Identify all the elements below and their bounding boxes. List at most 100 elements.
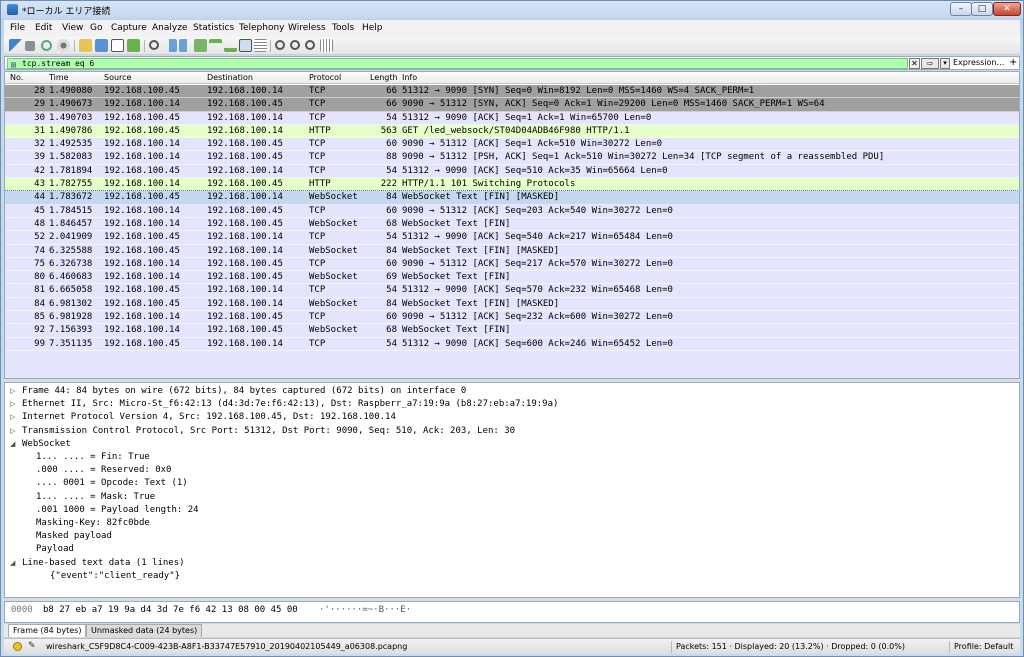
menu-file[interactable]: File <box>10 23 25 33</box>
cell-destination: 192.168.100.14 <box>207 86 283 96</box>
table-row[interactable]: 81 6.665058 192.168.100.45 192.168.100.14 TC… <box>5 284 1019 298</box>
column-header-length[interactable]: Length <box>370 73 398 82</box>
first-packet-icon[interactable] <box>209 39 222 52</box>
table-row[interactable]: 32 1.492535 192.168.100.14 192.168.100.45 TC… <box>5 138 1019 152</box>
table-row[interactable]: 44 1.783672 192.168.100.45 192.168.100.14 We… <box>5 190 1019 206</box>
capture-comment-pencil-icon[interactable]: ✎ <box>28 641 36 651</box>
zoom-in-icon[interactable] <box>275 40 285 50</box>
expand-arrow-icon[interactable]: ▷ <box>10 413 15 421</box>
open-file-icon[interactable] <box>79 39 92 52</box>
filter-text: tcp.stream eq 6 <box>22 59 95 68</box>
expression-button[interactable]: Expression… <box>953 58 1004 67</box>
menu-go[interactable]: Go <box>90 23 102 33</box>
expert-info-icon[interactable] <box>13 642 22 651</box>
detail-tree-item[interactable]: Masking-Key: 82fc0bde <box>36 517 150 530</box>
detail-tree-item[interactable]: Transmission Control Protocol, Src Port:… <box>22 425 515 438</box>
table-row[interactable]: 45 1.784515 192.168.100.14 192.168.100.45 TC… <box>5 204 1019 218</box>
table-row[interactable]: 39 1.582083 192.168.100.14 192.168.100.45 TC… <box>5 151 1019 165</box>
detail-tree-item[interactable]: .001 1000 = Payload length: 24 <box>36 504 199 517</box>
capture-options-gear-icon[interactable] <box>57 39 70 52</box>
detail-tree-item[interactable]: .000 .... = Reserved: 0x0 <box>36 464 171 477</box>
table-row[interactable]: 85 6.981928 192.168.100.14 192.168.100.45 TC… <box>5 311 1019 325</box>
detail-tree-item[interactable]: Payload <box>36 543 74 556</box>
table-row[interactable]: 84 6.981302 192.168.100.45 192.168.100.14 We… <box>5 297 1019 312</box>
close-file-icon[interactable] <box>111 39 124 52</box>
zoom-out-icon[interactable] <box>290 40 300 50</box>
column-header-time[interactable]: Time <box>49 73 69 82</box>
table-row[interactable]: 74 6.325588 192.168.100.45 192.168.100.14 We… <box>5 244 1019 258</box>
column-header-info[interactable]: Info <box>402 73 417 82</box>
detail-tree-item[interactable]: Frame 44: 84 bytes on wire (672 bits), 8… <box>22 385 466 398</box>
go-forward-icon[interactable] <box>179 39 192 52</box>
filter-history-chevron-down-icon[interactable]: ▾ <box>940 58 950 69</box>
table-row[interactable]: 30 1.490703 192.168.100.45 192.168.100.14 TC… <box>5 111 1019 125</box>
bytes-ascii[interactable]: ·'······=~·B···E· <box>319 605 411 615</box>
title-bar[interactable]: *ローカル エリア接続 – □ ✕ <box>1 1 1023 19</box>
maximize-button[interactable]: □ <box>971 2 993 16</box>
collapse-arrow-icon[interactable]: ◢ <box>10 440 15 448</box>
add-filter-button[interactable]: + <box>1009 57 1017 68</box>
autoscroll-icon[interactable] <box>239 39 252 52</box>
go-back-icon[interactable] <box>164 39 177 52</box>
last-packet-icon[interactable] <box>224 39 237 52</box>
close-button[interactable]: ✕ <box>993 2 1021 16</box>
menu-wireless[interactable]: Wireless <box>288 23 326 33</box>
table-row[interactable]: 31 1.490786 192.168.100.45 192.168.100.14 HT… <box>5 124 1019 139</box>
detail-tree-item[interactable]: 1... .... = Mask: True <box>36 491 155 504</box>
detail-tree-item[interactable]: .... 0001 = Opcode: Text (1) <box>36 477 188 490</box>
table-row[interactable]: 99 7.351135 192.168.100.45 192.168.100.14 TC… <box>5 337 1019 351</box>
resize-columns-icon[interactable] <box>320 39 333 52</box>
column-header-protocol[interactable]: Protocol <box>309 73 341 82</box>
tab-unmasked-data[interactable]: Unmasked data (24 bytes) <box>86 624 203 637</box>
table-row[interactable]: 42 1.781894 192.168.100.45 192.168.100.14 TC… <box>5 164 1019 179</box>
reload-file-icon[interactable] <box>127 39 140 52</box>
detail-tree-item[interactable]: 1... .... = Fin: True <box>36 451 150 464</box>
find-packet-icon[interactable] <box>149 40 159 50</box>
table-row[interactable]: 52 2.041909 192.168.100.45 192.168.100.14 TC… <box>5 231 1019 245</box>
detail-tree-item[interactable]: Masked payload <box>36 530 112 543</box>
menu-help[interactable]: Help <box>362 23 383 33</box>
menu-telephony[interactable]: Telephony <box>239 23 285 33</box>
save-file-icon[interactable] <box>95 39 108 52</box>
restart-capture-icon[interactable] <box>41 40 52 51</box>
detail-tree-item[interactable]: Ethernet II, Src: Micro-St_f6:42:13 (d4:… <box>22 398 558 411</box>
detail-tree-item[interactable]: Internet Protocol Version 4, Src: 192.16… <box>22 411 396 424</box>
table-row[interactable]: 75 6.326738 192.168.100.14 192.168.100.45 TC… <box>5 257 1019 272</box>
apply-filter-arrow-icon[interactable]: ⇨ <box>921 58 939 69</box>
menu-analyze[interactable]: Analyze <box>152 23 187 33</box>
column-header-destination[interactable]: Destination <box>207 73 253 82</box>
profile-selector[interactable]: Profile: Default <box>954 642 1013 651</box>
filter-bookmark-icon[interactable]: ▤ <box>11 60 16 69</box>
start-capture-icon[interactable] <box>9 39 22 52</box>
minimize-button[interactable]: – <box>950 2 972 16</box>
clear-filter-icon[interactable]: ✕ <box>909 58 920 69</box>
bytes-hex[interactable]: b8 27 eb a7 19 9a d4 3d 7e f6 42 13 08 0… <box>43 605 298 615</box>
stop-capture-icon[interactable] <box>25 41 35 51</box>
menu-statistics[interactable]: Statistics <box>193 23 234 33</box>
tab-frame-bytes[interactable]: Frame (84 bytes) <box>8 624 87 637</box>
cell-length: 54 <box>386 285 397 296</box>
table-row[interactable]: 92 7.156393 192.168.100.14 192.168.100.45 We… <box>5 324 1019 338</box>
table-row[interactable]: 80 6.460683 192.168.100.14 192.168.100.45 We… <box>5 271 1019 285</box>
detail-tree-item[interactable]: Line-based text data (1 lines) <box>22 557 185 570</box>
go-to-packet-icon[interactable] <box>194 39 207 52</box>
normal-size-icon[interactable] <box>305 40 315 50</box>
expand-arrow-icon[interactable]: ▷ <box>10 427 15 435</box>
detail-tree-item[interactable]: WebSocket <box>22 438 71 451</box>
menu-tools[interactable]: Tools <box>332 23 354 33</box>
menu-view[interactable]: View <box>62 23 83 33</box>
detail-tree-item[interactable]: {"event":"client_ready"} <box>50 570 180 583</box>
menu-edit[interactable]: Edit <box>35 23 52 33</box>
collapse-arrow-icon[interactable]: ◢ <box>10 559 15 567</box>
table-row[interactable]: 28 1.490080 192.168.100.45 192.168.100.14 TC… <box>5 85 1019 99</box>
colorize-icon[interactable] <box>254 39 267 52</box>
column-header-source[interactable]: Source <box>104 73 131 82</box>
expand-arrow-icon[interactable]: ▷ <box>10 387 15 395</box>
menu-capture[interactable]: Capture <box>111 23 147 33</box>
expand-arrow-icon[interactable]: ▷ <box>10 400 15 408</box>
table-row[interactable]: 43 1.782755 192.168.100.14 192.168.100.45 HT… <box>5 178 1019 192</box>
table-row[interactable]: 29 1.490673 192.168.100.14 192.168.100.45 TC… <box>5 98 1019 112</box>
display-filter-input[interactable]: ▤ tcp.stream eq 6 <box>7 58 908 69</box>
column-header-no[interactable]: No. <box>10 73 23 82</box>
table-row[interactable]: 48 1.846457 192.168.100.14 192.168.100.45 We… <box>5 217 1019 232</box>
